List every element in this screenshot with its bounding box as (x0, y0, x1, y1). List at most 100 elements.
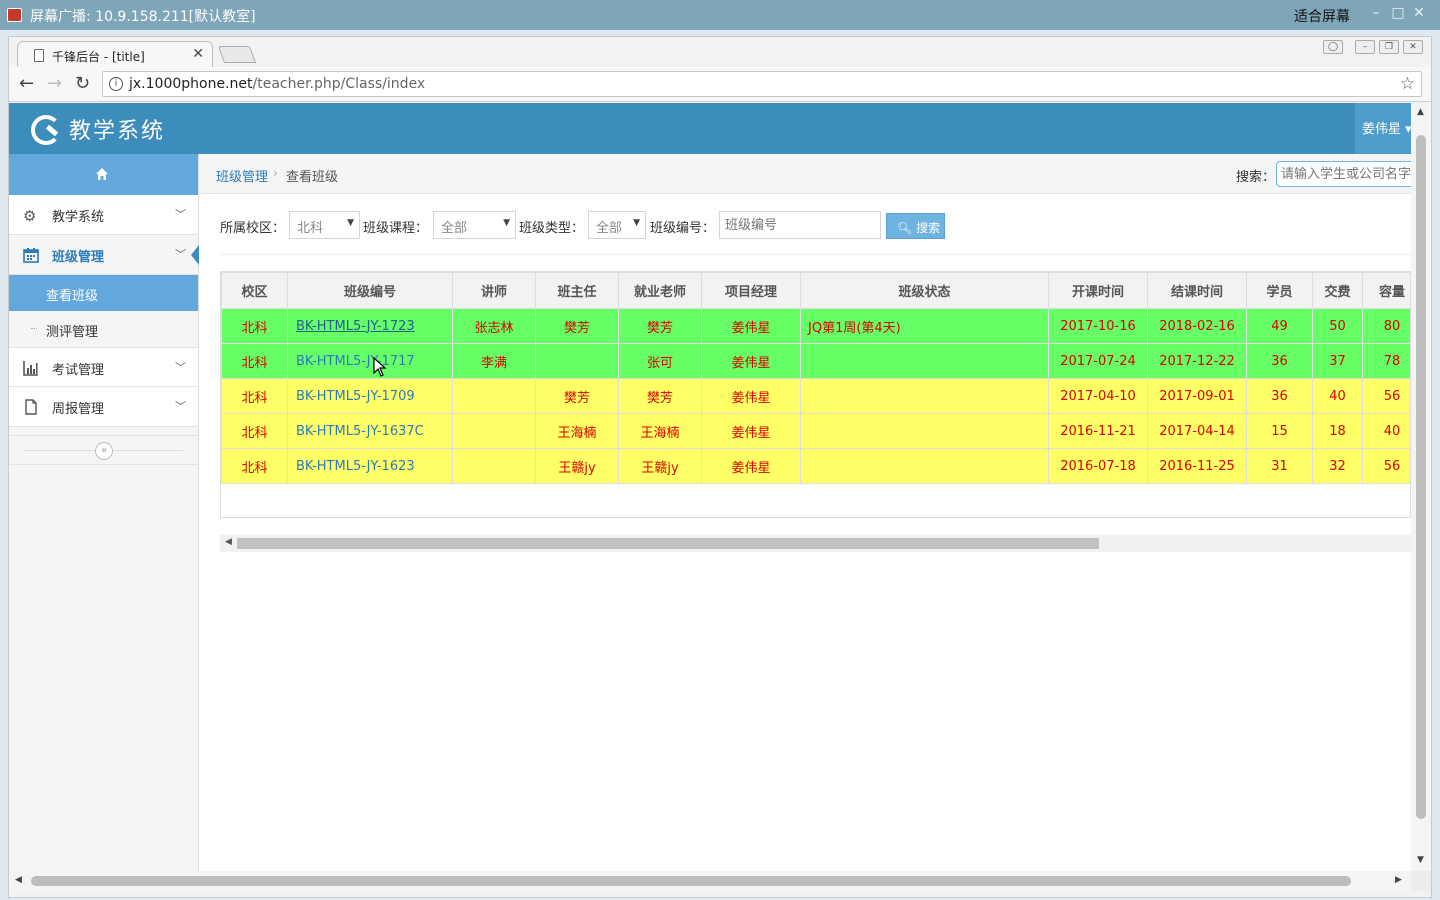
sidebar-item-label: 班级管理 (52, 250, 105, 265)
dropdown-arrow-icon: ▼ (633, 218, 640, 228)
resize-corner[interactable] (1411, 871, 1431, 891)
window-minimize-icon[interactable]: – (1355, 40, 1375, 54)
sidebar-subitem-evaluation[interactable]: 测评管理 (9, 311, 198, 347)
address-bar[interactable]: i jx.1000phone.net/teacher.php/Class/ind… (102, 71, 1422, 97)
column-header[interactable]: 讲师 (452, 272, 536, 309)
column-header[interactable]: 学员 (1246, 272, 1313, 309)
table-scroll-thumb[interactable] (237, 538, 1099, 549)
cell-capacity: 56 (1362, 448, 1410, 484)
table-row[interactable]: 北科 BK-HTML5-JY-1709 樊芳 樊芳 姜伟星 2017-04-10… (221, 378, 1410, 414)
cell-start-date: 2017-07-24 (1048, 343, 1148, 379)
column-header[interactable]: 就业老师 (618, 272, 702, 309)
class-code-link[interactable]: BK-HTML5-JY-1709 (296, 389, 415, 404)
new-tab-button[interactable] (217, 46, 257, 63)
bar-chart-icon (23, 361, 38, 376)
table-row[interactable]: 北科 BK-HTML5-JY-1637C 王海楠 王海楠 姜伟星 2016-11… (221, 413, 1410, 449)
user-menu[interactable]: 姜伟星 ▾ (1355, 103, 1411, 154)
table-horizontal-scrollbar[interactable]: ◀ (220, 535, 1411, 552)
window-close-icon[interactable]: ✕ (1403, 40, 1423, 54)
page-horizontal-scrollbar[interactable]: ◀ ▶ (9, 871, 1411, 891)
class-code-input[interactable] (719, 211, 881, 239)
column-header[interactable]: 开课时间 (1048, 272, 1148, 309)
cell-end-date: 2016-11-25 (1147, 448, 1247, 484)
sidebar-item-teaching[interactable]: ⚙ 教学系统 ﹀ (9, 195, 198, 235)
table-row[interactable]: 北科 BK-HTML5-JY-1717 李满 张可 姜伟星 2017-07-24… (221, 343, 1410, 379)
sidebar: ⚙ 教学系统 ﹀ 班级管理 ﹀ 查看班级 测评管理 考试管理 ﹀ 周报管理 ﹀ … (9, 154, 199, 871)
cell-students: 36 (1246, 343, 1313, 379)
scroll-left-arrow-icon[interactable]: ◀ (225, 537, 232, 547)
scroll-down-arrow-icon[interactable]: ▼ (1417, 855, 1424, 865)
cell-start-date: 2017-04-10 (1048, 378, 1148, 414)
tab-close-icon[interactable]: ✕ (192, 46, 204, 62)
breadcrumb-class-management[interactable]: 班级管理 (216, 166, 268, 185)
column-header[interactable]: 校区 (221, 272, 288, 309)
page-vertical-scrollbar[interactable]: ▲ ▼ (1411, 103, 1431, 871)
table-row[interactable]: 北科 BK-HTML5-JY-1723 张志林 樊芳 樊芳 姜伟星 JQ第1周(… (221, 308, 1410, 344)
cell-job-teacher: 樊芳 (618, 308, 702, 344)
reload-icon[interactable]: ↻ (75, 73, 90, 94)
sidebar-item-weekly-report[interactable]: 周报管理 ﹀ (9, 387, 198, 427)
forward-icon[interactable]: → (47, 73, 62, 94)
class-code-link[interactable]: BK-HTML5-JY-1637C (296, 424, 424, 439)
cell-end-date: 2018-02-16 (1147, 308, 1247, 344)
profile-icon[interactable]: ◯ (1323, 40, 1343, 54)
broadcast-titlebar: 屏幕广播: 10.9.158.211[默认教室] 适合屏幕 – □ ✕ (0, 0, 1440, 30)
browser-tab[interactable]: 千锋后台 - [title] ✕ (17, 41, 213, 68)
table-row[interactable]: 北科 BK-HTML5-JY-1623 王赣jy 王赣jy 姜伟星 2016-0… (221, 448, 1410, 484)
column-header[interactable]: 容量 (1362, 272, 1410, 309)
browser-window: 千锋后台 - [title] ✕ ◯ – ❐ ✕ ← → ↻ i jx.1000… (8, 36, 1432, 898)
window-restore-icon[interactable]: ❐ (1379, 40, 1399, 54)
course-select[interactable]: 全部 ▼ (433, 211, 516, 239)
chevron-down-icon: ﹀ (175, 400, 186, 413)
column-header[interactable]: 交费 (1312, 272, 1363, 309)
search-input[interactable] (1276, 161, 1411, 187)
cell-teacher (452, 448, 536, 484)
column-header[interactable]: 项目经理 (701, 272, 801, 309)
collapse-sidebar-icon[interactable]: « (95, 442, 113, 460)
column-header[interactable]: 结课时间 (1147, 272, 1247, 309)
horizontal-scroll-thumb[interactable] (31, 876, 1351, 886)
type-select[interactable]: 全部 ▼ (588, 211, 646, 239)
cell-students: 31 (1246, 448, 1313, 484)
sidebar-item-label: 周报管理 (52, 402, 105, 417)
class-code-link[interactable]: BK-HTML5-JY-1717 (296, 354, 415, 369)
chevron-down-icon: ﹀ (175, 361, 186, 374)
cell-capacity: 80 (1362, 308, 1410, 344)
scroll-right-arrow-icon[interactable]: ▶ (1395, 875, 1402, 885)
cell-paid: 50 (1312, 308, 1363, 344)
sidebar-item-class-management[interactable]: 班级管理 ﹀ (9, 235, 199, 275)
cell-head-teacher: 王赣jy (535, 448, 619, 484)
table-header-row: 校区 班级编号 讲师 班主任 就业老师 项目经理 班级状态 开课时间 结课时间 … (221, 272, 1410, 309)
back-icon[interactable]: ← (19, 73, 34, 94)
filter-divider (220, 254, 1411, 255)
fit-screen-button[interactable]: 适合屏幕 (1294, 6, 1350, 26)
bookmark-star-icon[interactable]: ☆ (1400, 74, 1415, 94)
cell-teacher (452, 413, 536, 449)
cell-end-date: 2017-12-22 (1147, 343, 1247, 379)
cell-class-code: BK-HTML5-JY-1723 (287, 308, 453, 344)
search-button[interactable]: 🔍︎ 搜索 (886, 213, 945, 239)
column-header[interactable]: 班主任 (535, 272, 619, 309)
cell-start-date: 2016-07-18 (1048, 448, 1148, 484)
column-header[interactable]: 班级编号 (287, 272, 453, 309)
column-header[interactable]: 班级状态 (800, 272, 1049, 309)
close-icon[interactable]: ✕ (1411, 5, 1427, 21)
cell-status (800, 413, 1049, 449)
scroll-left-arrow-icon[interactable]: ◀ (15, 875, 22, 885)
chevron-down-icon: ﹀ (175, 208, 186, 221)
class-code-link[interactable]: BK-HTML5-JY-1623 (296, 459, 415, 474)
tab-strip: 千锋后台 - [title] ✕ ◯ – ❐ ✕ (9, 37, 1431, 68)
vertical-scroll-thumb[interactable] (1416, 135, 1426, 819)
maximize-icon[interactable]: □ (1390, 5, 1406, 21)
info-icon[interactable]: i (109, 77, 123, 91)
home-button[interactable] (9, 154, 198, 195)
broadcast-title: 屏幕广播: 10.9.158.211[默认教室] (30, 9, 256, 25)
sidebar-subitem-view-class[interactable]: 查看班级 (9, 275, 198, 311)
sidebar-item-exam[interactable]: 考试管理 ﹀ (9, 347, 198, 387)
class-code-link[interactable]: BK-HTML5-JY-1723 (296, 319, 415, 334)
campus-select[interactable]: 北科 ▼ (289, 211, 360, 239)
class-table-container: 校区 班级编号 讲师 班主任 就业老师 项目经理 班级状态 开课时间 结课时间 … (220, 271, 1411, 518)
scroll-up-arrow-icon[interactable]: ▲ (1417, 107, 1424, 117)
minimize-icon[interactable]: – (1368, 5, 1384, 21)
sidebar-collapse-bar: « (9, 435, 198, 465)
